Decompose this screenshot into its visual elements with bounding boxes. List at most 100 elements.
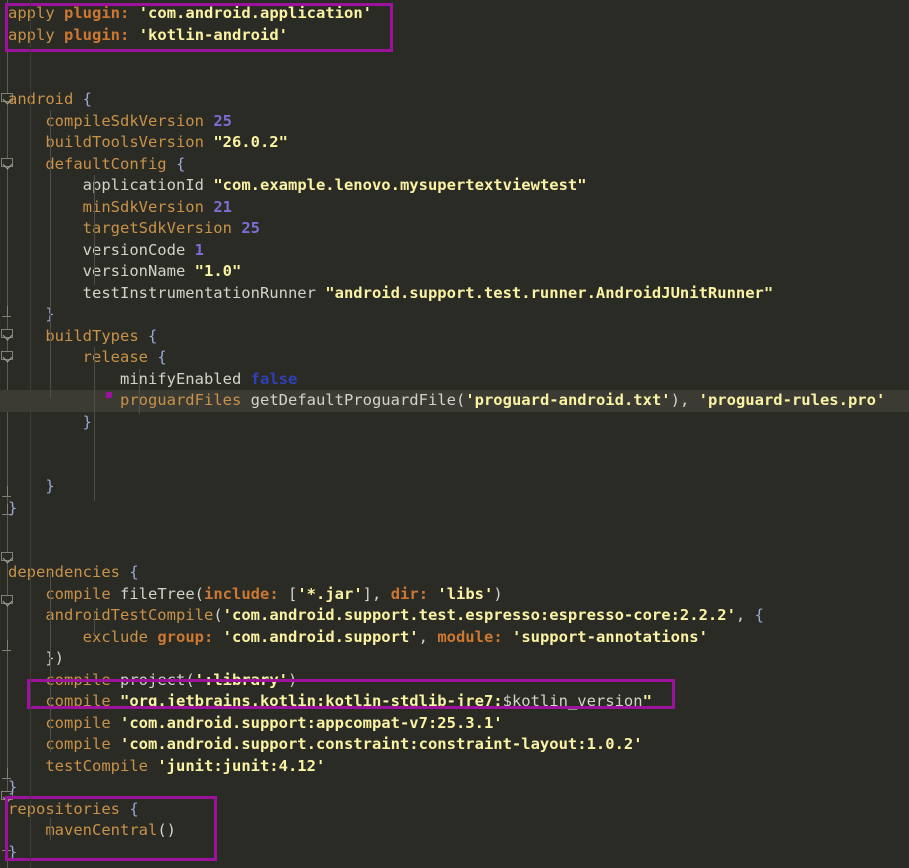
token-str: '*.jar'	[297, 584, 363, 603]
token-brace: {	[148, 326, 158, 345]
code-line-text: }	[0, 412, 92, 434]
token-brace: }	[8, 842, 18, 861]
code-line[interactable]: mavenCentral()	[0, 820, 909, 842]
code-line[interactable]: androidTestCompile('com.android.support.…	[0, 605, 909, 627]
token-punc: )	[288, 670, 298, 689]
code-line-text: apply plugin: 'kotlin-android'	[0, 25, 288, 47]
code-line[interactable]: release {	[0, 347, 909, 369]
code-line[interactable]: versionCode 1	[0, 240, 909, 262]
code-line[interactable]: compile 'com.android.support.constraint:…	[0, 734, 909, 756]
code-line[interactable]: })	[0, 648, 909, 670]
token-ident: versionName	[82, 262, 186, 280]
code-editor-canvas[interactable]: apply plugin: 'com.android.application' a…	[0, 0, 909, 868]
code-line[interactable]: }	[0, 777, 909, 799]
code-line[interactable]: targetSdkVersion 25	[0, 218, 909, 240]
token-punc: (	[194, 584, 204, 603]
code-text-layer[interactable]: apply plugin: 'com.android.application' a…	[0, 0, 909, 868]
token-brace: {	[129, 563, 139, 581]
code-line[interactable]: compile "org.jetbrains.kotlin:kotlin-std…	[0, 691, 909, 713]
code-line[interactable]: apply plugin: 'com.android.application'	[0, 3, 909, 25]
code-line[interactable]	[0, 46, 909, 68]
token-kw: include	[204, 584, 270, 603]
token-kw: module	[437, 627, 494, 646]
minify-change-marker	[106, 392, 112, 398]
token-num: 25	[213, 111, 232, 130]
code-line[interactable]: android {	[0, 89, 909, 111]
code-line[interactable]: compile project(':library')	[0, 670, 909, 692]
code-line-text: repositories {	[0, 799, 139, 821]
code-line[interactable]: defaultConfig {	[0, 154, 909, 176]
token-str: "org.jetbrains.kotlin:kotlin-stdlib-jre7…	[120, 692, 503, 710]
token-prop: mavenCentral	[45, 821, 158, 839]
token-punc: )	[670, 391, 680, 409]
token-brace: {	[754, 606, 764, 624]
token-punc: (	[213, 606, 223, 624]
code-line[interactable]: }	[0, 304, 909, 326]
code-line-text: defaultConfig {	[0, 154, 185, 176]
code-line-text: buildToolsVersion "26.0.2"	[0, 132, 288, 154]
indent-guide	[94, 613, 95, 635]
code-line[interactable]	[0, 433, 909, 455]
code-line[interactable]: buildTypes {	[0, 326, 909, 348]
code-line[interactable]: repositories {	[0, 799, 909, 821]
token-str: "26.0.2"	[213, 133, 288, 151]
code-line[interactable]: exclude group: 'com.android.support', mo…	[0, 627, 909, 649]
token-str: "	[642, 692, 652, 710]
code-line[interactable]: applicationId "com.example.lenovo.mysupe…	[0, 175, 909, 197]
code-line[interactable]: apply plugin: 'kotlin-android'	[0, 25, 909, 47]
token-str: 'support-annotations'	[511, 627, 708, 646]
token-kw: plugin	[64, 25, 121, 44]
code-line[interactable]: dependencies {	[0, 562, 909, 584]
code-line[interactable]	[0, 455, 909, 477]
token-prop: targetSdkVersion	[82, 219, 232, 237]
code-line[interactable]: }	[0, 842, 909, 864]
token-num: 1	[194, 240, 204, 259]
code-line[interactable]: testCompile 'junit:junit:4.12'	[0, 756, 909, 778]
code-line-text: compile 'com.android.support:appcompat-v…	[0, 713, 502, 735]
code-line[interactable]: }	[0, 412, 909, 434]
code-line-text: compile "org.jetbrains.kotlin:kotlin-std…	[0, 691, 652, 713]
code-line[interactable]: }	[0, 476, 909, 498]
token-str: 'proguard-rules.pro'	[698, 391, 886, 409]
token-num: 25	[241, 219, 260, 237]
token-str: "com.example.lenovo.mysupertextviewtest"	[213, 176, 587, 194]
token-kw: group	[157, 627, 204, 646]
token-str: 'junit:junit:4.12'	[157, 756, 326, 775]
code-line[interactable]: compile fileTree(include: ['*.jar'], dir…	[0, 584, 909, 606]
code-line[interactable]: versionName "1.0"	[0, 261, 909, 283]
code-line-text: }	[0, 304, 54, 326]
code-line[interactable]: proguardFiles getDefaultProguardFile('pr…	[0, 390, 909, 412]
code-line[interactable]: compileSdkVersion 25	[0, 111, 909, 133]
token-prop: dependencies	[8, 563, 120, 581]
code-line[interactable]: compile 'com.android.support:appcompat-v…	[0, 713, 909, 735]
code-line[interactable]	[0, 68, 909, 90]
code-line[interactable]: buildToolsVersion "26.0.2"	[0, 132, 909, 154]
token-brace: {	[176, 154, 186, 173]
code-line[interactable]: testInstrumentationRunner "android.suppo…	[0, 283, 909, 305]
code-line-text: minSdkVersion 21	[0, 197, 232, 219]
token-kw: :	[204, 627, 223, 646]
code-line[interactable]: minSdkVersion 21	[0, 197, 909, 219]
code-line[interactable]: }	[0, 498, 909, 520]
code-line[interactable]: minifyEnabled false	[0, 369, 909, 391]
token-brace: }	[82, 412, 92, 431]
code-line[interactable]	[0, 519, 909, 541]
token-prop: compile	[45, 713, 111, 732]
token-ident: applicationId	[82, 176, 204, 194]
code-line[interactable]	[0, 541, 909, 563]
token-prop: compile	[45, 670, 111, 689]
token-kw: :	[269, 584, 288, 603]
code-line-text: apply plugin: 'com.android.application'	[0, 3, 372, 25]
